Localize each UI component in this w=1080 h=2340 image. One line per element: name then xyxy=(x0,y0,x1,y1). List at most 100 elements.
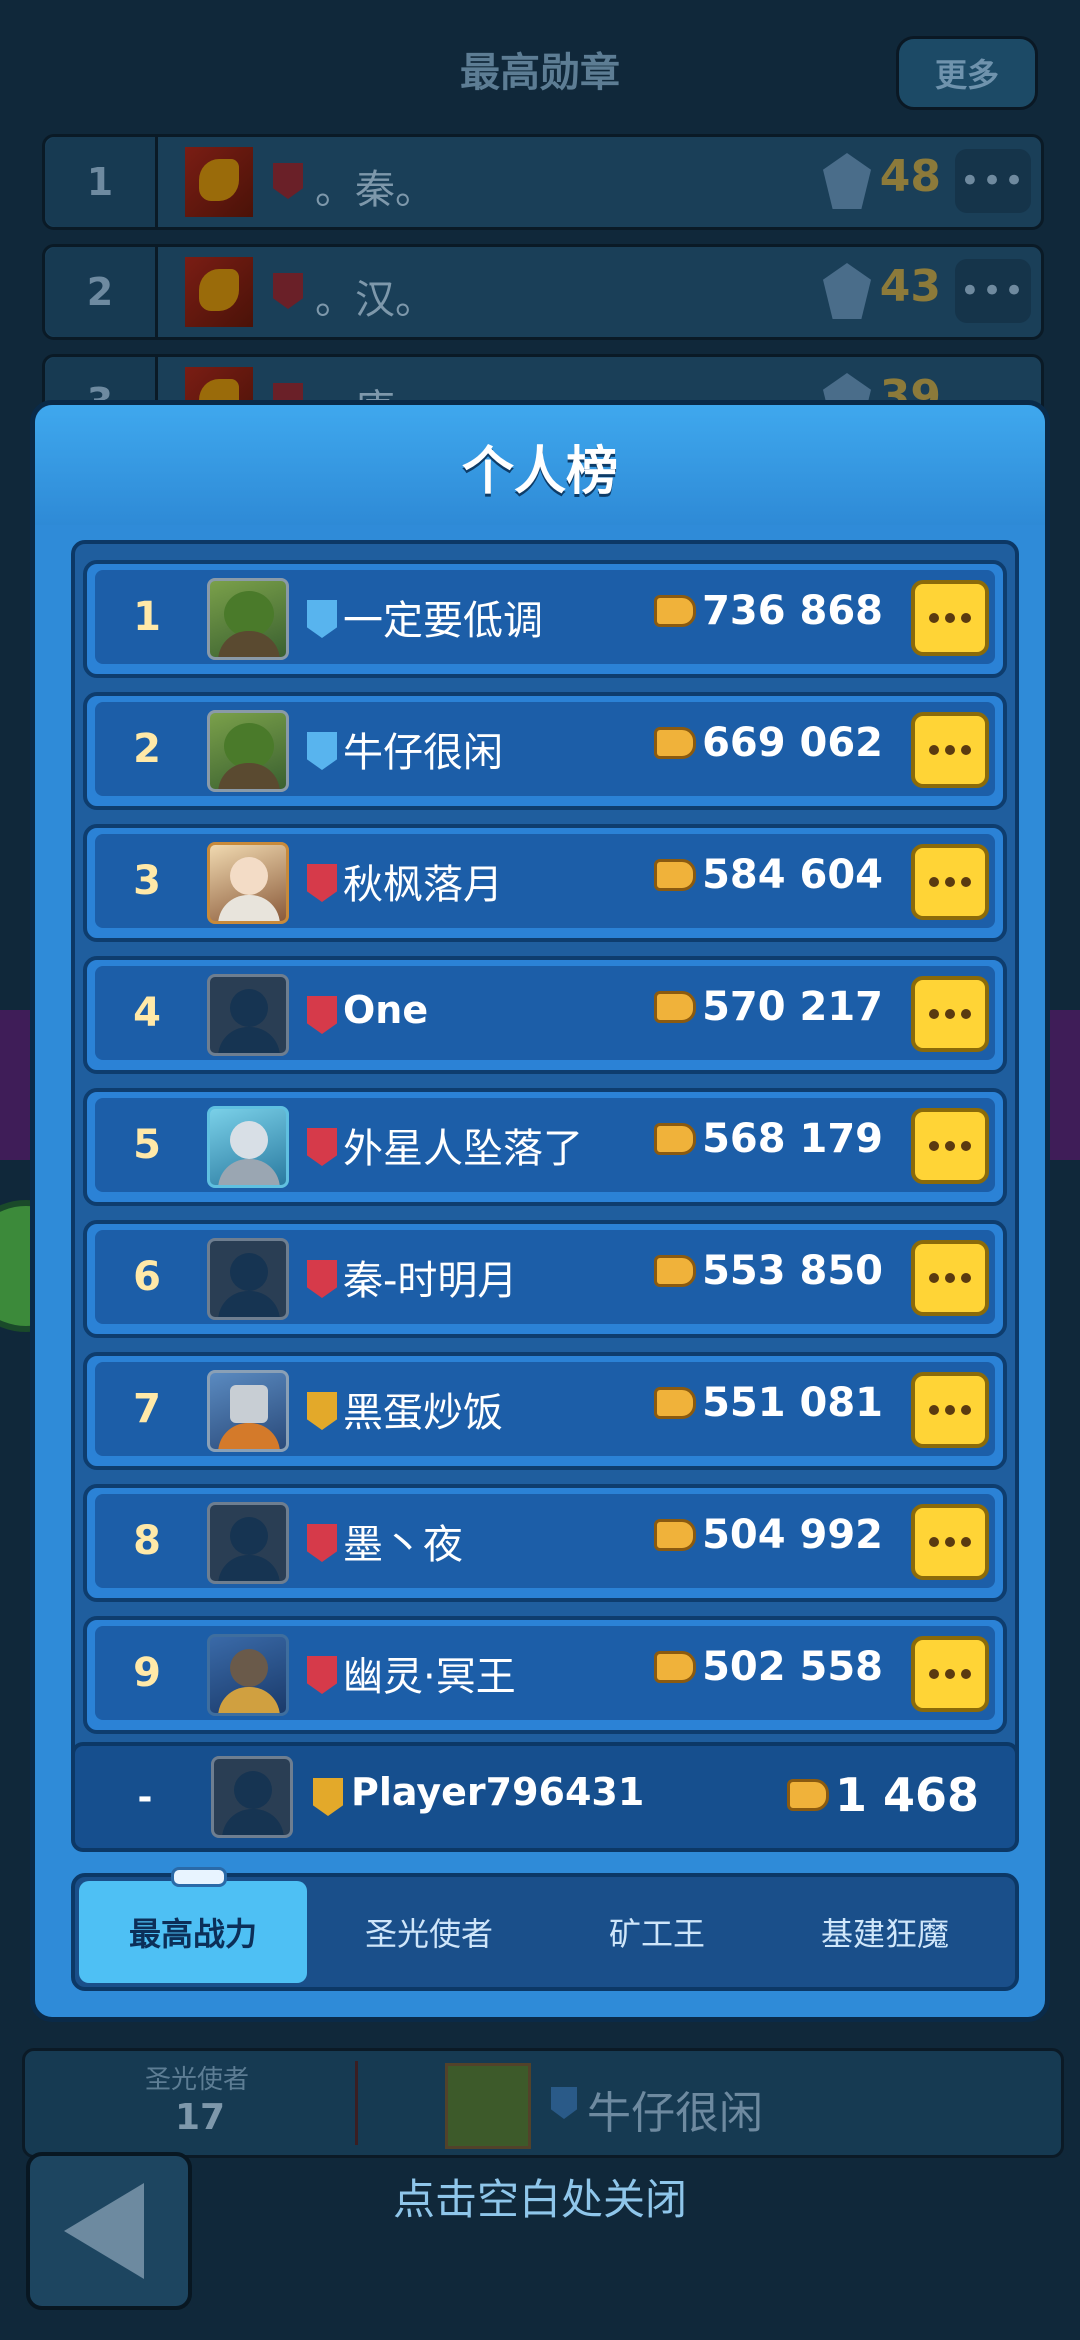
row-body: 4 One 570 217 xyxy=(95,966,995,1060)
bg-more-dots-button[interactable]: ••• xyxy=(955,259,1031,323)
clan-badge-icon xyxy=(273,273,303,309)
row-body: 3 秋枫落月 584 604 xyxy=(95,834,995,928)
power-number: 736 868 xyxy=(702,588,883,634)
more-options-button[interactable] xyxy=(911,1372,989,1448)
bg-bottom-label: 圣光使者 xyxy=(145,2065,250,2095)
clan-badge-icon xyxy=(307,1524,337,1562)
rank-number: 3 xyxy=(133,858,161,904)
rank-number: 5 xyxy=(133,1122,161,1168)
power-value: 551 081 xyxy=(654,1380,883,1426)
clan-badge-icon xyxy=(307,600,337,638)
my-player-name: Player796431 xyxy=(351,1770,645,1814)
power-value: 736 868 xyxy=(654,588,883,634)
bg-more-dots-button[interactable]: ••• xyxy=(955,149,1031,213)
rank-number: 7 xyxy=(133,1386,161,1432)
personal-leaderboard-modal: 个人榜 1 一定要低调 736 868 2 牛仔很闲 669 062 3 秋枫落… xyxy=(30,400,1050,2022)
clan-avatar xyxy=(185,257,253,327)
more-options-button[interactable] xyxy=(911,1504,989,1580)
medal-icon xyxy=(823,153,871,209)
tab-holy-light-envoy[interactable]: 圣光使者 xyxy=(315,1881,543,1983)
clan-badge-icon xyxy=(313,1778,343,1816)
my-power-value: 1 468 xyxy=(786,1768,979,1822)
power-number: 568 179 xyxy=(702,1116,883,1162)
leaderboard-row[interactable]: 3 秋枫落月 584 604 xyxy=(83,824,1007,942)
my-power-number: 1 468 xyxy=(834,1768,979,1822)
clan-badge-icon xyxy=(307,1392,337,1430)
leaderboard-row[interactable]: 9 幽灵·冥王 502 558 xyxy=(83,1616,1007,1734)
side-decoration xyxy=(0,1010,34,1160)
rank-number: 6 xyxy=(133,1254,161,1300)
rank-number: 2 xyxy=(133,726,161,772)
bg-clan-name: 。秦。 xyxy=(315,167,435,213)
clan-badge-icon xyxy=(551,2087,577,2119)
leaderboard-row[interactable]: 7 黑蛋炒饭 551 081 xyxy=(83,1352,1007,1470)
leaderboard-tabs: 最高战力 圣光使者 矿工王 基建狂魔 xyxy=(71,1867,1019,1991)
power-number: 551 081 xyxy=(702,1380,883,1426)
more-options-button[interactable] xyxy=(911,712,989,788)
row-body: 5 外星人坠落了 568 179 xyxy=(95,1098,995,1192)
player-name: 秋枫落月 xyxy=(343,862,503,908)
tab-miner-king[interactable]: 矿工王 xyxy=(543,1881,771,1983)
more-options-button[interactable] xyxy=(911,1240,989,1316)
power-fist-icon xyxy=(654,1519,697,1551)
divider xyxy=(355,2061,358,2145)
row-body: 1 一定要低调 736 868 xyxy=(95,570,995,664)
clan-badge-icon xyxy=(273,163,303,199)
player-avatar[interactable] xyxy=(207,1502,289,1584)
clan-badge-icon xyxy=(307,996,337,1034)
row-body: 8 墨丶夜 504 992 xyxy=(95,1494,995,1588)
player-avatar[interactable] xyxy=(207,974,289,1056)
player-avatar[interactable] xyxy=(207,710,289,792)
bg-leaderboard-row: 2 。汉。 43 ••• xyxy=(42,244,1044,340)
tab-build-maniac[interactable]: 基建狂魔 xyxy=(771,1881,999,1983)
power-fist-icon xyxy=(654,727,697,759)
row-body: 9 幽灵·冥王 502 558 xyxy=(95,1626,995,1720)
more-options-button[interactable] xyxy=(911,1108,989,1184)
player-name: 外星人坠落了 xyxy=(343,1126,583,1172)
bg-rank: 2 xyxy=(45,247,158,337)
more-options-button[interactable] xyxy=(911,976,989,1052)
bg-score: 48 xyxy=(879,151,941,202)
clan-badge-icon xyxy=(307,732,337,770)
bg-leaderboard-row: 1 。秦。 48 ••• xyxy=(42,134,1044,230)
leaderboard-row[interactable]: 8 墨丶夜 504 992 xyxy=(83,1484,1007,1602)
more-options-button[interactable] xyxy=(911,580,989,656)
power-value: 568 179 xyxy=(654,1116,883,1162)
power-number: 584 604 xyxy=(702,852,883,898)
power-value: 504 992 xyxy=(654,1512,883,1558)
leaderboard-row[interactable]: 1 一定要低调 736 868 xyxy=(83,560,1007,678)
rank-number: 8 xyxy=(133,1518,161,1564)
tab-highest-power[interactable]: 最高战力 xyxy=(79,1881,307,1983)
player-avatar[interactable] xyxy=(207,1370,289,1452)
bg-rank: 1 xyxy=(45,137,158,227)
my-ranking-row: - Player796431 1 468 xyxy=(71,1742,1019,1852)
power-value: 669 062 xyxy=(654,720,883,766)
side-decoration xyxy=(1046,1010,1080,1160)
close-hint[interactable]: 点击空白处关闭 xyxy=(0,2166,1080,2227)
leaderboard-row[interactable]: 6 秦-时明月 553 850 xyxy=(83,1220,1007,1338)
clan-badge-icon xyxy=(307,1656,337,1694)
leaderboard-list[interactable]: 1 一定要低调 736 868 2 牛仔很闲 669 062 3 秋枫落月 58… xyxy=(71,540,1019,1798)
my-avatar[interactable] xyxy=(211,1756,293,1838)
player-avatar[interactable] xyxy=(207,1634,289,1716)
power-fist-icon xyxy=(654,1651,697,1683)
more-options-button[interactable] xyxy=(911,844,989,920)
row-body: 6 秦-时明月 553 850 xyxy=(95,1230,995,1324)
power-number: 504 992 xyxy=(702,1512,883,1558)
power-fist-icon xyxy=(654,1123,697,1155)
player-avatar[interactable] xyxy=(207,1106,289,1188)
row-body: 2 牛仔很闲 669 062 xyxy=(95,702,995,796)
leaderboard-row[interactable]: 5 外星人坠落了 568 179 xyxy=(83,1088,1007,1206)
more-button[interactable]: 更多 xyxy=(896,36,1038,110)
bg-score: 43 xyxy=(879,261,941,312)
rank-number: 9 xyxy=(133,1650,161,1696)
clan-avatar xyxy=(185,147,253,217)
more-options-button[interactable] xyxy=(911,1636,989,1712)
power-fist-icon xyxy=(654,595,697,627)
player-avatar[interactable] xyxy=(207,842,289,924)
player-avatar[interactable] xyxy=(207,1238,289,1320)
leaderboard-row[interactable]: 2 牛仔很闲 669 062 xyxy=(83,692,1007,810)
leaderboard-row[interactable]: 4 One 570 217 xyxy=(83,956,1007,1074)
player-avatar[interactable] xyxy=(207,578,289,660)
power-number: 502 558 xyxy=(702,1644,883,1690)
